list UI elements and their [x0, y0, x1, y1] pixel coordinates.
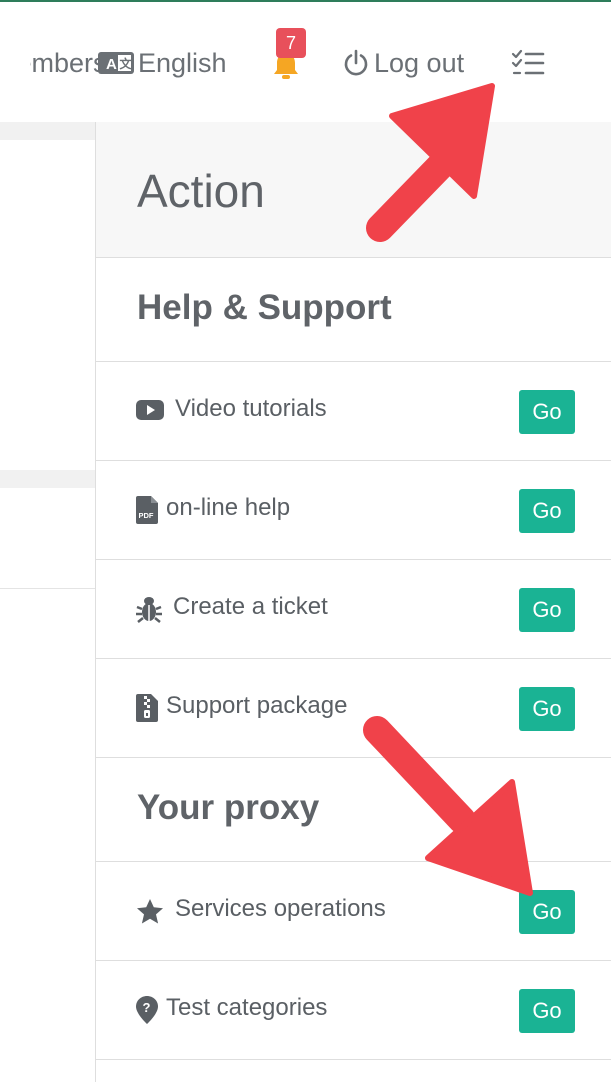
left-content-band [0, 470, 95, 488]
power-icon [344, 49, 368, 76]
action-row-label: Test categories [166, 994, 328, 1021]
go-button-support-package[interactable]: Go [519, 687, 575, 731]
youtube-icon [136, 400, 164, 420]
go-button-create-ticket[interactable]: Go [519, 588, 575, 632]
svg-text:PDF: PDF [139, 511, 154, 520]
nav-members-label: Members [0, 47, 107, 78]
logout-label: Log out [374, 47, 465, 78]
action-panel-header: Action [96, 122, 611, 258]
section-header-help-support: Help & Support [96, 258, 611, 362]
go-button-services-operations[interactable]: Go [519, 890, 575, 934]
svg-text:?: ? [143, 1000, 151, 1015]
bug-icon [136, 597, 162, 623]
notification-count-badge: 7 [276, 28, 306, 58]
pdf-file-icon: PDF [136, 496, 158, 524]
go-button-test-categories[interactable]: Go [519, 989, 575, 1033]
action-row-online-help: PDF on-line help Go [96, 461, 611, 560]
section-title: Help & Support [137, 288, 392, 327]
action-row-label: on-line help [166, 494, 291, 521]
action-row-create-ticket: Create a ticket Go [96, 560, 611, 659]
action-row-label: Support package [166, 692, 348, 719]
logout-link[interactable]: Log out [342, 45, 464, 81]
language-icon: A 文 [98, 52, 134, 74]
action-row-label: Video tutorials [175, 395, 327, 422]
svg-text:A: A [106, 56, 117, 73]
nav-language-label: English [138, 47, 227, 78]
zip-file-icon [136, 694, 158, 722]
action-panel: Action Help & Support Video tutorials Go… [95, 122, 611, 1082]
nav-members-link[interactable]: Members [0, 45, 107, 81]
nav-language-link[interactable]: A 文 English [98, 45, 227, 81]
left-content-divider [0, 588, 95, 589]
section-title: Your proxy [137, 788, 320, 827]
action-row-label: Services operations [175, 895, 386, 922]
section-header-your-proxy: Your proxy [96, 758, 611, 862]
map-marker-question-icon: ? [136, 996, 158, 1024]
action-panel-title: Action [137, 165, 265, 217]
action-row-label: Create a ticket [173, 593, 328, 620]
go-button-video-tutorials[interactable]: Go [519, 390, 575, 434]
left-content-band [0, 122, 95, 140]
svg-text:文: 文 [120, 56, 133, 71]
action-row-video-tutorials: Video tutorials Go [96, 362, 611, 461]
go-button-online-help[interactable]: Go [519, 489, 575, 533]
action-row-services-operations: Services operations Go [96, 862, 611, 961]
action-row-support-package: Support package Go [96, 659, 611, 758]
left-content-area [0, 122, 95, 1082]
action-row-test-categories: ? Test categories Go [96, 961, 611, 1060]
star-icon [137, 899, 163, 924]
top-navbar: Members A 文 English 7 Log out [0, 2, 611, 122]
task-list-icon[interactable] [511, 49, 545, 77]
